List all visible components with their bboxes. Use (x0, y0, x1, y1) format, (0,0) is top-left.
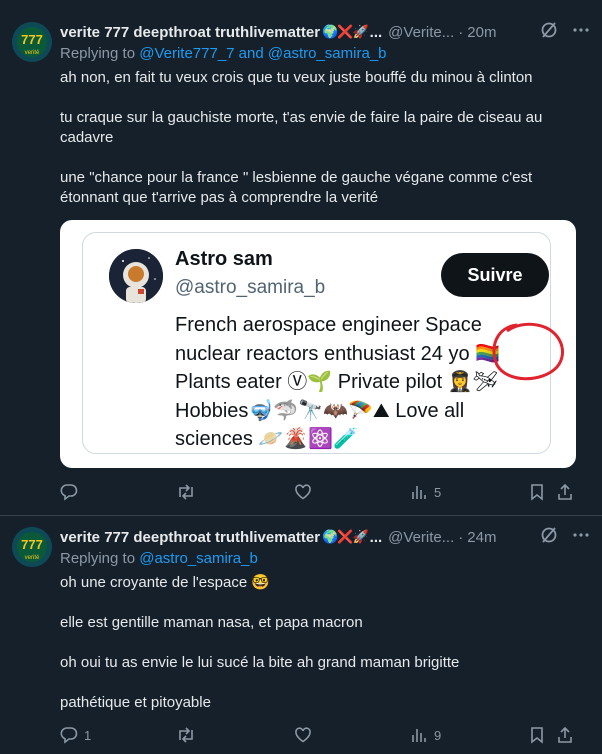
mention-link[interactable]: @Verite777_7 (139, 45, 234, 62)
repost-icon (179, 727, 193, 743)
repost-icon (179, 484, 193, 500)
separator-dot: · (458, 23, 464, 41)
like-button[interactable] (294, 726, 318, 744)
views-count: 9 (434, 727, 442, 743)
reply-icon (60, 727, 78, 744)
replying-prefix: Replying to (60, 45, 140, 62)
profile-avatar (109, 249, 163, 303)
more-icon[interactable] (572, 21, 590, 43)
embedded-image[interactable]: Astro sam @astro_samira_b Suivre French … (60, 220, 576, 468)
handle[interactable]: @Verite... (388, 24, 454, 41)
bio-line: Plants eater Ⓥ🌱 Private pilot 👩‍✈️🛩 (175, 371, 499, 393)
replying-and: and (234, 45, 268, 62)
tweet-paragraph: pathétique et pitoyable (60, 694, 211, 711)
profile-name: Astro sam (175, 248, 273, 270)
separator-dot: · (458, 528, 464, 546)
display-name[interactable]: verite 777 deepthroat truthlivematter (60, 24, 320, 41)
mention-link[interactable]: @astro_samira_b (268, 45, 387, 62)
repost-button[interactable] (176, 483, 202, 501)
timestamp[interactable]: 20m (467, 24, 496, 41)
name-emojis: 🌍❌🚀 (322, 529, 369, 544)
name-ellipsis: ... (369, 23, 383, 41)
bio-line: French aerospace engineer Space (175, 314, 482, 336)
share-icon (558, 726, 572, 743)
tweet-actions: 1 9 (60, 725, 586, 745)
reply-icon (60, 484, 78, 501)
tweet-paragraph: tu craque sur la gauchiste morte, t'as e… (60, 109, 543, 146)
avatar[interactable]: 777 verité (12, 22, 52, 62)
profile-card: Astro sam @astro_samira_b Suivre French … (82, 232, 564, 454)
grok-icon[interactable] (540, 21, 558, 43)
replying-prefix: Replying to (60, 550, 140, 567)
like-icon (295, 484, 311, 500)
svg-text:verité: verité (25, 50, 40, 56)
repost-button[interactable] (176, 726, 202, 744)
bookmark-button[interactable] (528, 483, 546, 501)
tweet-paragraph: oh oui tu as envie le lui sucé la bite a… (60, 654, 460, 671)
follow-button[interactable]: Suivre (441, 253, 549, 297)
tweet-paragraph: ah non, en fait tu veux crois que tu veu… (60, 69, 533, 86)
tweet-actions: 5 (60, 482, 586, 502)
bookmark-icon (531, 484, 543, 501)
tweet-paragraph: une "chance pour la france " lesbienne d… (60, 169, 533, 206)
timestamp[interactable]: 24m (467, 529, 496, 546)
reply-button[interactable]: 1 (60, 726, 91, 744)
display-name[interactable]: verite 777 deepthroat truthlivematter (60, 529, 320, 546)
bio-line: sciences 🪐🌋⚛️🧪 (175, 428, 358, 450)
bookmark-icon (531, 727, 543, 744)
tweet-header: verite 777 deepthroat truthlivematter 🌍❌… (60, 526, 590, 548)
reply-count: 1 (84, 727, 92, 743)
bookmark-button[interactable] (528, 726, 546, 744)
share-button[interactable] (556, 726, 574, 744)
name-emojis: 🌍❌🚀 (322, 24, 369, 39)
tweet-text: oh une croyante de l'espace 🤓 elle est g… (60, 573, 586, 713)
svg-text:777: 777 (21, 32, 43, 47)
views-icon (412, 486, 426, 499)
share-icon (558, 483, 572, 500)
grok-icon[interactable] (540, 526, 558, 548)
tweet[interactable]: 777 verité verite 777 deepthroat truthli… (0, 0, 602, 516)
name-ellipsis: ... (369, 528, 383, 546)
avatar[interactable]: 777 verité (12, 527, 52, 567)
like-button[interactable] (294, 483, 318, 501)
replying-to: Replying to @astro_samira_b (60, 550, 258, 567)
bio-line: Hobbies🤿🦈🔭🦇🪂⛰ Love all (175, 399, 465, 422)
views-icon (412, 729, 426, 742)
reply-button[interactable] (60, 483, 84, 501)
mention-link[interactable]: @astro_samira_b (139, 550, 258, 567)
replying-to: Replying to @Verite777_7 and @astro_sami… (60, 45, 387, 62)
more-icon[interactable] (572, 526, 590, 548)
tweet-header: verite 777 deepthroat truthlivematter 🌍❌… (60, 21, 590, 43)
views-count: 5 (434, 484, 442, 500)
svg-text:777: 777 (21, 537, 43, 552)
profile-bio: French aerospace engineer Space nuclear … (175, 311, 515, 454)
tweet-text: ah non, en fait tu veux crois que tu veu… (60, 68, 586, 208)
tweet[interactable]: 777 verité verite 777 deepthroat truthli… (0, 517, 602, 754)
profile-handle: @astro_samira_b (175, 277, 326, 298)
tweet-paragraph: elle est gentille maman nasa, et papa ma… (60, 614, 363, 631)
views-button[interactable]: 9 (410, 726, 441, 744)
like-icon (295, 727, 311, 743)
views-button[interactable]: 5 (410, 483, 441, 501)
red-circle-annotation (492, 322, 564, 381)
tweet-paragraph: oh une croyante de l'espace 🤓 (60, 574, 271, 591)
bio-line: nuclear reactors enthusiast 24 yo 🏳️‍🌈 (175, 342, 501, 365)
svg-text:verité: verité (25, 555, 40, 561)
share-button[interactable] (556, 483, 574, 501)
handle[interactable]: @Verite... (388, 529, 454, 546)
